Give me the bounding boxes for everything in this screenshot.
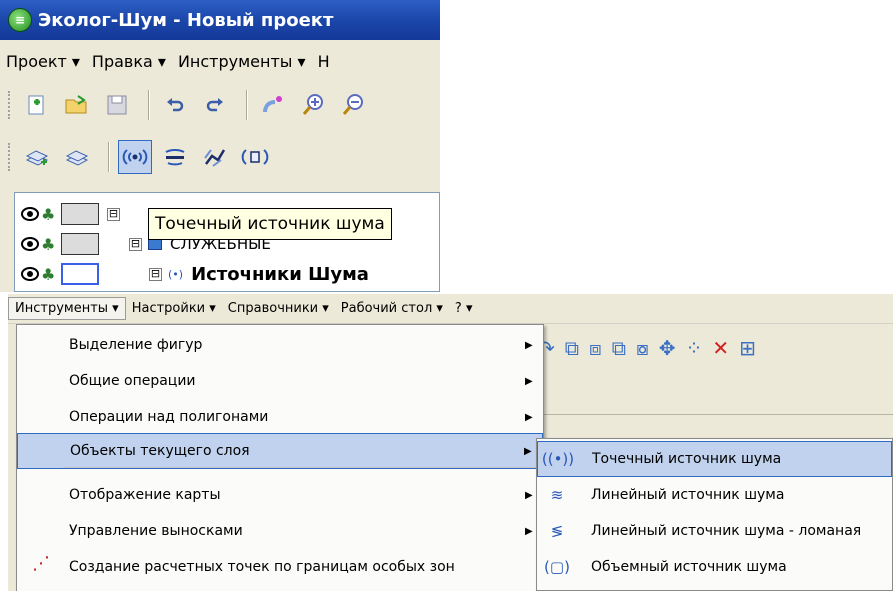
menu-references[interactable]: Справочники ▾ (222, 298, 335, 319)
visibility-eye-icon[interactable] (21, 237, 39, 251)
main-menu-bar: Проект ▾ Правка ▾ Инструменты ▾ Н (0, 44, 440, 78)
menu-settings[interactable]: Настройки ▾ (126, 298, 222, 319)
menu-edit[interactable]: Правка ▾ (92, 52, 166, 71)
layer-edit-icon[interactable]: ⊞ (739, 336, 756, 360)
tree-label-noise-sources[interactable]: Источники Шума (191, 263, 369, 285)
title-bar: ≡ Эколог-Шум - Новый проект (0, 0, 440, 40)
polyline-source-icon: ≶ (550, 522, 564, 540)
select-rect-icon[interactable]: ⧉ (565, 336, 579, 360)
menu-tools-open[interactable]: Инструменты ▾ (8, 297, 126, 320)
zoom-in-icon[interactable] (296, 88, 330, 122)
menu-item-map-display[interactable]: Отображение карты ▶ (17, 477, 543, 513)
visibility-eye-icon[interactable] (21, 267, 39, 281)
menu-desktop[interactable]: Рабочий стол ▾ (335, 298, 449, 319)
toolbar-separator (246, 90, 248, 120)
layer-color-swatch[interactable] (61, 233, 99, 255)
submenu-arrow-icon: ▶ (525, 375, 533, 387)
tree-expander[interactable]: ⊟ (107, 207, 120, 221)
app-logo-icon: ≡ (8, 8, 32, 32)
point-source-icon[interactable] (118, 140, 152, 174)
window-title: Эколог-Шум - Новый проект (38, 9, 334, 31)
vertex-edit-icon[interactable]: ⁘ (686, 336, 703, 360)
tree-row[interactable]: ♣ ⊟ (15, 199, 120, 229)
layer-edit-icon[interactable]: ♣ (41, 203, 59, 225)
menu-help[interactable]: ? ▾ (449, 298, 479, 319)
submenu-item-linear-source[interactable]: ≋ Линейный источник шума (537, 477, 892, 513)
app-window: ≡ Эколог-Шум - Новый проект Проект ▾ Пра… (0, 0, 440, 292)
main-toolbar (0, 84, 440, 126)
menu-item-select-shapes[interactable]: Выделение фигур ▶ (17, 327, 543, 363)
menu-item-polygon-operations[interactable]: Операции над полигонами ▶ (17, 399, 543, 435)
zoom-out-icon[interactable] (336, 88, 370, 122)
menu-tools[interactable]: Инструменты ▾ (178, 52, 306, 71)
layer-icon[interactable] (60, 140, 94, 174)
tree-row[interactable]: ♣ ⊟ (•) Источники Шума (15, 259, 369, 289)
submenu-arrow-icon: ▶ (525, 339, 533, 351)
background-panel (538, 370, 893, 415)
tools-dropdown-menu: Выделение фигур ▶ Общие операции ▶ Опера… (16, 324, 544, 591)
move-icon[interactable]: ✥ (659, 336, 676, 360)
noise-source-icon: (•) (168, 267, 184, 281)
menu-project[interactable]: Проект ▾ (6, 52, 80, 71)
menu-item-callout-management[interactable]: Управление выносками ▶ (17, 513, 543, 549)
menu-truncated[interactable]: Н (318, 52, 330, 71)
menu-item-create-calc-points[interactable]: Создание расчетных точек по границам осо… (17, 549, 543, 585)
menu-item-common-operations[interactable]: Общие операции ▶ (17, 363, 543, 399)
new-project-icon[interactable] (20, 88, 54, 122)
volume-source-icon[interactable] (238, 140, 272, 174)
select-inside-icon[interactable]: ⧈ (589, 336, 602, 360)
submenu-item-point-source[interactable]: ((•)) Точечный источник шума (537, 441, 892, 477)
linear-source-icon[interactable] (158, 140, 192, 174)
toolbar-grip[interactable] (8, 91, 12, 119)
save-icon[interactable] (100, 88, 134, 122)
visibility-eye-icon[interactable] (21, 207, 39, 221)
submenu-item-polyline-source[interactable]: ≶ Линейный источник шума - ломаная (537, 513, 892, 549)
menu-divider (63, 467, 539, 468)
redo-icon[interactable] (198, 88, 232, 122)
submenu-arrow-icon: ▶ (525, 411, 533, 423)
undo-icon[interactable] (158, 88, 192, 122)
tree-expander[interactable]: ⊟ (129, 237, 142, 251)
volume-source-icon: (▢) (544, 558, 570, 576)
background-toolbar: ↷ ⧉ ⧈ ⧉ ⧇ ✥ ⁘ ✕ ⊞ (538, 328, 893, 368)
polyline-source-icon[interactable] (198, 140, 232, 174)
calc-points-icon (30, 553, 50, 577)
secondary-window: Инструменты ▾ Настройки ▾ Справочники ▾ … (8, 294, 893, 591)
layers-toolbar (0, 136, 440, 178)
open-folder-icon[interactable] (60, 88, 94, 122)
menu-item-current-layer-objects[interactable]: Объекты текущего слоя ▶ (17, 433, 543, 469)
linear-source-icon: ≋ (550, 486, 564, 504)
point-source-icon: ((•)) (541, 450, 575, 468)
layer-edit-icon[interactable]: ♣ (41, 233, 59, 255)
select-intersect-icon[interactable]: ⧇ (636, 336, 649, 360)
secondary-menu-bar: Инструменты ▾ Настройки ▾ Справочники ▾ … (8, 294, 893, 324)
add-layer-icon[interactable] (20, 140, 54, 174)
submenu-item-volume-source[interactable]: (▢) Объемный источник шума (537, 549, 892, 585)
delete-icon[interactable]: ✕ (712, 336, 729, 360)
layer-color-swatch[interactable] (61, 203, 99, 225)
tooltip: Точечный источник шума (148, 208, 392, 240)
current-layer-objects-submenu: ((•)) Точечный источник шума ≋ Линейный … (536, 438, 893, 591)
select-union-icon[interactable]: ⧉ (612, 336, 626, 360)
toolbar-grip[interactable] (8, 143, 12, 171)
toolbar-separator (148, 90, 150, 120)
select-hand-icon[interactable] (256, 88, 290, 122)
toolbar-separator (108, 142, 110, 172)
tree-expander[interactable]: ⊟ (149, 267, 162, 281)
layer-tree: ♣ ⊟ ♣ ⊟ СЛУЖЕБНЫЕ ♣ ⊟ (•) Источники Шума (14, 192, 440, 292)
layer-color-swatch[interactable] (61, 263, 99, 285)
layer-edit-icon[interactable]: ♣ (41, 263, 59, 285)
